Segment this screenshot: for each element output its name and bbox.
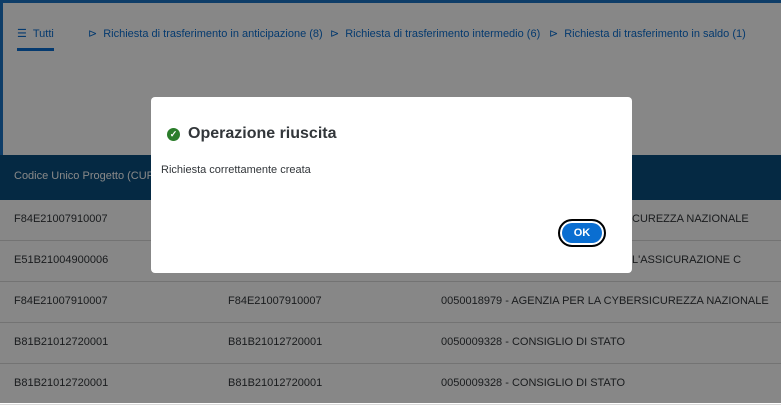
success-dialog: ✓ Operazione riuscita Richiesta corretta…	[151, 97, 632, 273]
dialog-title: Operazione riuscita	[188, 125, 337, 142]
success-check-icon: ✓	[167, 127, 180, 141]
ok-button[interactable]: OK	[558, 219, 606, 247]
dialog-message: Richiesta correttamente creata	[161, 164, 311, 176]
dialog-title-row: ✓ Operazione riuscita	[167, 125, 337, 143]
